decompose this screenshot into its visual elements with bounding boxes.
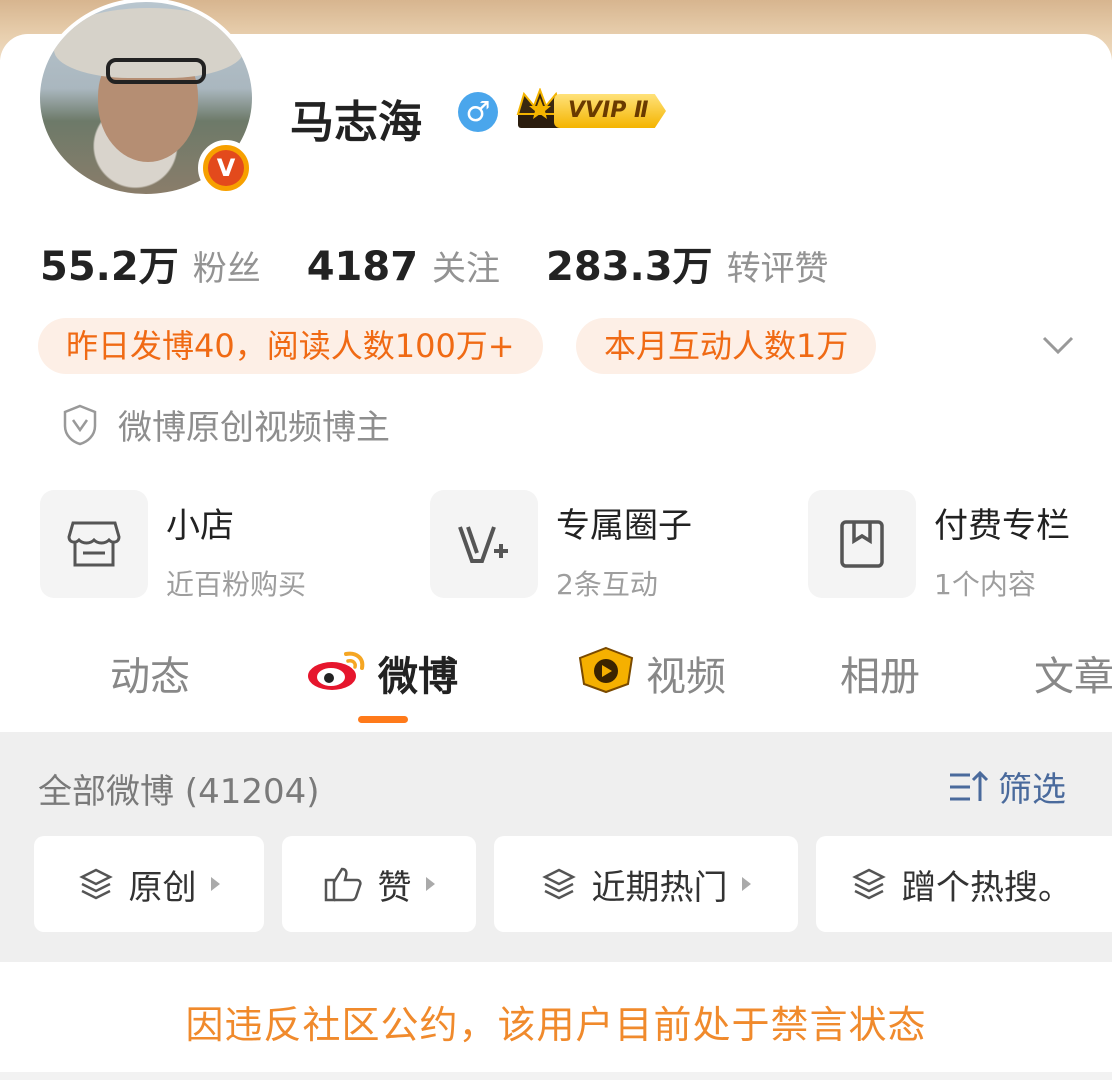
feature-circle[interactable]: 专属圈子 2条互动: [430, 490, 692, 603]
highlight-pill-interactions[interactable]: 本月互动人数1万: [576, 318, 877, 374]
chip-trending[interactable]: 近期热门: [494, 836, 798, 932]
shield-icon: [63, 404, 97, 445]
banned-notice: 因违反社区公约，该用户目前处于禁言状态: [185, 1003, 927, 1047]
certification-row: 微博原创视频博主: [62, 400, 390, 449]
filter-icon: [950, 770, 989, 801]
stat-followers[interactable]: 55.2万 粉丝: [40, 234, 261, 292]
bookmark-icon: [840, 520, 884, 568]
chip-label: 近期热门: [591, 867, 728, 908]
layers-icon: [852, 868, 886, 900]
feature-subtitle: 2条互动: [556, 568, 658, 601]
stats-bar: 55.2万 粉丝 4187 关注 283.3万 转评赞: [40, 234, 875, 292]
profile-page: V 马志海 ♂ VVIP Ⅱ 55.2万 粉丝 4187 关注 283.3万 转…: [0, 0, 1112, 1080]
tab-dynamic[interactable]: 动态: [110, 644, 190, 702]
all-weibo-count: 全部微博 (41204): [38, 772, 320, 812]
tab-video[interactable]: 视频: [646, 644, 726, 702]
tab-album[interactable]: 相册: [840, 644, 920, 702]
layers-icon: [541, 868, 576, 900]
stat-label: 粉丝: [192, 249, 261, 289]
layers-icon: [78, 868, 113, 900]
video-badge-icon: [578, 646, 634, 694]
stat-following[interactable]: 4187 关注: [307, 241, 500, 290]
caret-right-icon: [425, 877, 435, 891]
feature-title: 付费专栏: [934, 506, 1070, 546]
stat-label: 关注: [432, 249, 501, 289]
highlight-pill-posts[interactable]: 昨日发博40，阅读人数100万+: [38, 318, 543, 374]
chip-label: 赞: [377, 867, 412, 908]
feature-shop[interactable]: 小店 近百粉购买: [40, 490, 306, 603]
feature-title: 专属圈子: [556, 506, 692, 546]
certification-label: 微博原创视频博主: [118, 408, 390, 448]
chip-label: 蹭个热搜。: [902, 867, 1072, 908]
vvip-badge[interactable]: VVIP Ⅱ: [514, 88, 666, 132]
active-tab-indicator: [358, 716, 408, 723]
tab-weibo[interactable]: 微博: [378, 644, 458, 702]
stat-value: 283.3万: [546, 244, 713, 290]
shop-icon: [67, 521, 121, 567]
feature-icon-box: [808, 490, 916, 598]
vvip-label: VVIP Ⅱ: [554, 94, 666, 128]
caret-right-icon: [210, 877, 220, 891]
weibo-logo-icon: [308, 651, 365, 690]
feature-subtitle: 近百粉购买: [166, 568, 307, 601]
stat-label: 转评赞: [726, 249, 829, 289]
stat-value: 4187: [306, 244, 419, 290]
feature-subtitle: 1个内容: [934, 568, 1036, 601]
chip-hot-search[interactable]: 蹭个热搜。: [816, 836, 1112, 932]
caret-right-icon: [741, 877, 751, 891]
verified-badge-label: V: [208, 150, 244, 186]
tab-article[interactable]: 文章: [1034, 644, 1112, 702]
feature-paid-column[interactable]: 付费专栏 1个内容: [808, 490, 1070, 603]
chevron-down-icon[interactable]: [1040, 326, 1076, 362]
chip-label: 原创: [128, 867, 197, 908]
chip-original[interactable]: 原创: [34, 836, 264, 932]
avatar-glasses: [106, 58, 206, 84]
stat-interactions[interactable]: 283.3万 转评赞: [546, 234, 829, 292]
male-icon: ♂: [458, 92, 498, 132]
stat-value: 55.2万: [40, 244, 179, 290]
verified-badge-icon: V: [198, 140, 254, 196]
circle-v-icon: [458, 526, 508, 563]
username: 马志海: [290, 97, 422, 148]
thumbs-up-icon: [324, 867, 362, 902]
bottom-divider: [0, 1072, 1112, 1080]
feature-icon-box: [430, 490, 538, 598]
feature-icon-box: [40, 490, 148, 598]
filter-button[interactable]: 筛选: [948, 762, 1066, 811]
chip-liked[interactable]: 赞: [282, 836, 476, 932]
feature-title: 小店: [166, 506, 234, 546]
filter-label: 筛选: [998, 770, 1066, 810]
